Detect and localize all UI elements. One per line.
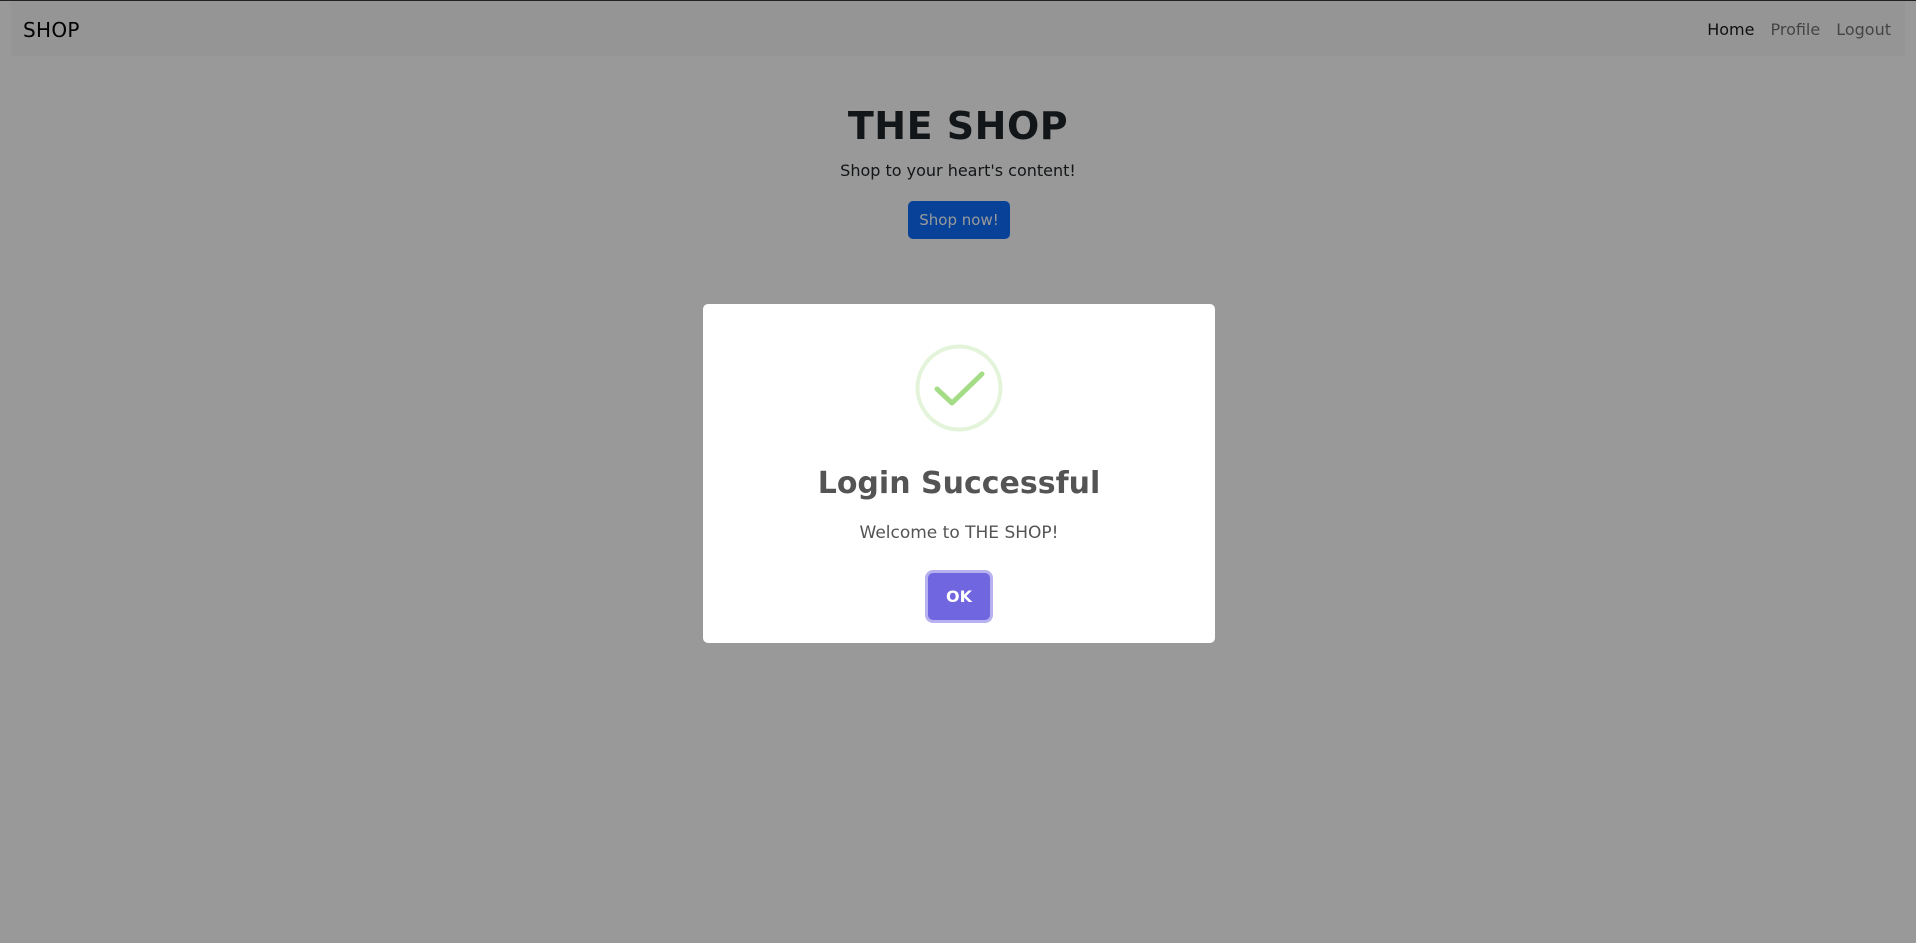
- dialog-title: Login Successful: [817, 466, 1101, 501]
- ok-button[interactable]: OK: [928, 573, 990, 620]
- dialog-message: Welcome to THE SHOP!: [859, 523, 1059, 543]
- success-check-icon: [915, 344, 1003, 432]
- login-success-dialog: Login Successful Welcome to THE SHOP! OK: [703, 304, 1215, 643]
